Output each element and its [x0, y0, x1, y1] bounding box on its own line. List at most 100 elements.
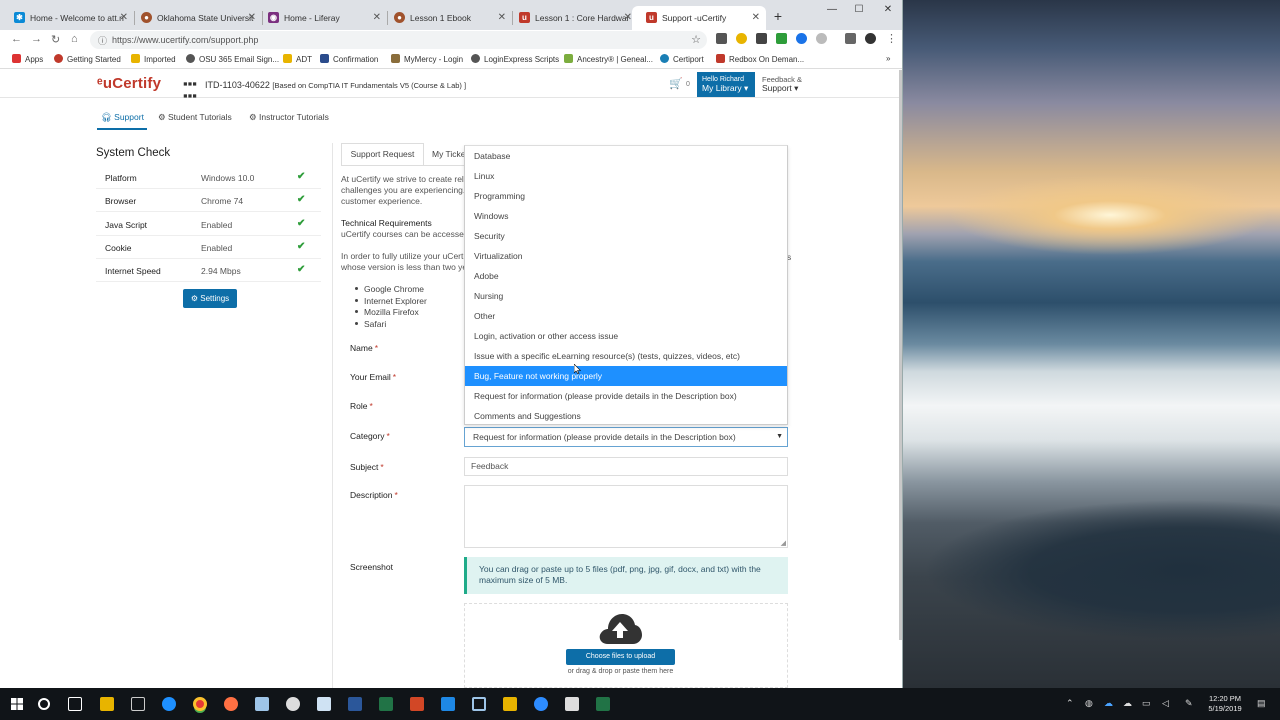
extension-icon[interactable]	[816, 33, 827, 44]
dropdown-option[interactable]: Linux	[465, 166, 787, 186]
windows-start-icon[interactable]	[11, 698, 23, 710]
course-title[interactable]: ITD-1103-40622 [Based on CompTIA IT Fund…	[205, 80, 466, 90]
browser-tab[interactable]: ● Oklahoma State Universit ✕	[127, 6, 262, 30]
browser-tab[interactable]: ● Lesson 1 Ebook ✕	[380, 6, 512, 30]
category-select[interactable]: Request for information (please provide …	[464, 427, 788, 447]
dropdown-option[interactable]: Database	[465, 146, 787, 166]
onedrive-icon[interactable]: ☁	[1104, 698, 1113, 709]
info-icon[interactable]: ⓘ	[98, 34, 107, 47]
chrome-icon[interactable]	[193, 697, 207, 711]
page-scrollbar[interactable]	[899, 70, 902, 640]
network-icon[interactable]: ▭	[1142, 698, 1151, 709]
pen-icon[interactable]: ✎	[1185, 698, 1193, 709]
dropdown-option[interactable]: Nursing	[465, 286, 787, 306]
more-bookmarks-icon[interactable]: »	[886, 54, 890, 63]
dropdown-option[interactable]: Security	[465, 226, 787, 246]
calculator-icon[interactable]	[565, 697, 579, 711]
dropdown-option[interactable]: Request for information (please provide …	[465, 386, 787, 406]
address-bar[interactable]: ⓘ https://www.ucertify.com/support.php ☆	[90, 31, 707, 49]
cart-icon[interactable]: 🛒	[669, 77, 683, 90]
reload-icon[interactable]: ↻	[51, 33, 60, 46]
profile-icon[interactable]	[865, 33, 876, 44]
firefox-icon[interactable]	[224, 697, 238, 711]
subnav-support[interactable]: 🎧︎ Support	[101, 112, 144, 123]
bookmark-item[interactable]: OSU 365 Email Sign...	[186, 54, 279, 64]
browser-tab-active[interactable]: u Support -uCertify ✕	[632, 6, 766, 30]
edge-icon[interactable]	[162, 697, 176, 711]
dropdown-option[interactable]: Virtualization	[465, 246, 787, 266]
new-tab-icon[interactable]: +	[771, 8, 785, 24]
onedrive-icon[interactable]: ☁	[1123, 698, 1132, 709]
my-library-menu[interactable]: Hello Richard My Library ▾	[697, 72, 755, 97]
subnav-student-tutorials[interactable]: ⚙︎ Student Tutorials	[158, 112, 232, 123]
extension-icon[interactable]	[796, 33, 807, 44]
subnav-instructor-tutorials[interactable]: ⚙︎ Instructor Tutorials	[249, 112, 329, 123]
menu-icon[interactable]: ⋮	[886, 32, 897, 45]
app-icon[interactable]	[317, 697, 331, 711]
ucertify-logo[interactable]: ᵉuCertify	[97, 75, 161, 92]
cast-icon[interactable]	[845, 33, 856, 44]
app-icon[interactable]	[441, 697, 455, 711]
bookmark-item[interactable]: ADT	[283, 54, 312, 64]
bookmark-item[interactable]: Redbox On Deman...	[716, 54, 804, 64]
file-explorer-icon[interactable]	[100, 697, 114, 711]
extension-icon[interactable]	[756, 33, 767, 44]
subject-input[interactable]: Feedback	[464, 457, 788, 476]
powerpoint-icon[interactable]	[410, 697, 424, 711]
app-icon[interactable]	[255, 697, 269, 711]
dropdown-option[interactable]: Issue with a specific eLearning resource…	[465, 346, 787, 366]
settings-button[interactable]: ⚙ Settings	[183, 289, 237, 308]
forward-icon[interactable]: →	[31, 33, 42, 45]
app-icon[interactable]	[286, 697, 300, 711]
app-icon[interactable]	[472, 697, 486, 711]
dropdown-option[interactable]: Other	[465, 306, 787, 326]
choose-files-button[interactable]: Choose files to upload	[566, 649, 675, 665]
feedback-support-menu[interactable]: Feedback & Support ▾	[762, 75, 802, 93]
dropdown-option[interactable]: Login, activation or other access issue	[465, 326, 787, 346]
bookmark-item[interactable]: Ancestry® | Geneal...	[564, 54, 653, 64]
tray-icon[interactable]: ◍	[1085, 698, 1093, 709]
notification-icon[interactable]: ▤	[1257, 698, 1266, 709]
app-icon[interactable]	[503, 697, 517, 711]
volume-icon[interactable]: ◁	[1162, 698, 1169, 709]
tab-support-request[interactable]: Support Request	[341, 143, 424, 166]
word-icon[interactable]	[348, 697, 362, 711]
bookmark-item[interactable]: Apps	[12, 54, 43, 64]
minimize-icon[interactable]: —	[822, 4, 842, 15]
tray-chevron-icon[interactable]: ⌃	[1066, 698, 1074, 709]
bookmark-item[interactable]: Confirmation	[320, 54, 378, 64]
dropdown-option[interactable]: Adobe	[465, 266, 787, 286]
bookmark-item[interactable]: Certiport	[660, 54, 704, 64]
search-icon[interactable]	[38, 698, 50, 710]
taskbar-clock[interactable]: 12:20 PM 5/19/2019	[1200, 694, 1250, 714]
app-icon[interactable]	[596, 697, 610, 711]
bookmark-item[interactable]: Getting Started	[54, 54, 121, 64]
bookmark-star-icon[interactable]: ☆	[691, 33, 701, 46]
resize-grip-icon[interactable]: ◢	[781, 539, 786, 547]
browser-tab[interactable]: ✱ Home - Welcome to att.n ✕	[0, 6, 134, 30]
back-icon[interactable]: ←	[11, 33, 22, 45]
excel-icon[interactable]	[379, 697, 393, 711]
extension-icon[interactable]	[716, 33, 727, 44]
home-icon[interactable]: ⌂	[71, 33, 78, 45]
maximize-icon[interactable]: ☐	[849, 4, 869, 15]
extension-icon[interactable]	[736, 33, 747, 44]
dropdown-option[interactable]: Programming	[465, 186, 787, 206]
browser-tab[interactable]: ◉ Home - Liferay ✕	[254, 6, 387, 30]
task-view-icon[interactable]	[68, 697, 82, 711]
description-textarea[interactable]: ◢	[464, 485, 788, 548]
close-window-icon[interactable]: ✕	[878, 4, 898, 15]
bookmark-item[interactable]: MyMercy - Login	[391, 54, 463, 64]
extension-icon[interactable]	[776, 33, 787, 44]
close-tab-icon[interactable]: ✕	[752, 6, 760, 30]
browser-tab[interactable]: u Lesson 1 : Core Hardwar ✕	[505, 6, 638, 30]
dropdown-option-highlighted[interactable]: Bug, Feature not working properly	[465, 366, 787, 386]
dropdown-option[interactable]: Windows	[465, 206, 787, 226]
dropdown-option[interactable]: Comments and Suggestions	[465, 406, 787, 426]
bookmark-item[interactable]: Imported	[131, 54, 176, 64]
tab-my-tickets[interactable]: My Ticke	[432, 149, 466, 159]
app-icon[interactable]	[534, 697, 548, 711]
app-icon[interactable]	[131, 697, 145, 711]
bookmark-item[interactable]: LoginExpress Scripts	[471, 54, 559, 64]
close-tab-icon[interactable]: ✕	[624, 6, 632, 30]
